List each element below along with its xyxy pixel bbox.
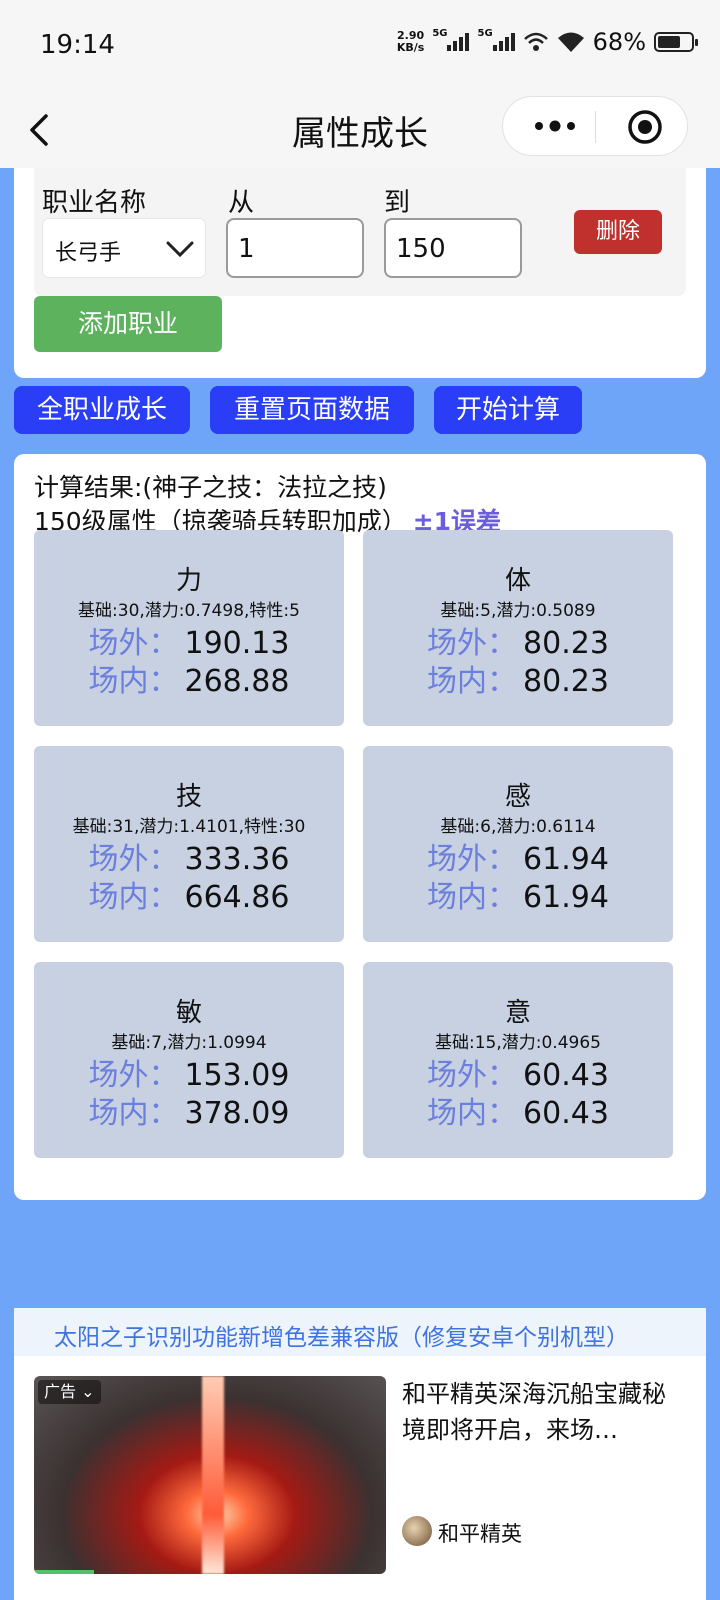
job-name-label: 职业名称 — [42, 188, 147, 218]
job-select-value: 长弓手 — [55, 241, 122, 266]
stat-inside: 场内： 664.86 — [88, 880, 290, 915]
add-job-button[interactable]: 添加职业 — [34, 296, 222, 352]
more-icon[interactable] — [533, 119, 577, 133]
to-label: 到 — [384, 188, 411, 218]
job-row: 职业名称 从 到 长弓手 1 150 删除 — [34, 168, 686, 296]
all-jobs-growth-button[interactable]: 全职业成长 — [14, 386, 190, 434]
results-card: 计算结果:(神子之技：法拉之技) 150级属性（掠袭骑兵转职加成） ±1误差 力 … — [14, 454, 706, 1200]
stat-card-constitution: 体 基础:5,潜力:0.5089 场外： 80.23 场内： 80.23 — [363, 530, 673, 726]
status-time: 19:14 — [40, 30, 115, 60]
mini-program-capsule — [502, 96, 688, 156]
job-form-card: 职业名称 从 到 长弓手 1 150 删除 添加职业 — [14, 168, 706, 378]
wifi-icon — [557, 32, 584, 52]
to-level-input[interactable]: 150 — [384, 218, 522, 278]
network-speed: 2.90 KB/s — [396, 29, 425, 54]
stat-name: 技 — [175, 782, 202, 812]
delete-button[interactable]: 删除 — [574, 210, 662, 254]
ad-image-beam — [202, 1376, 224, 1574]
reset-page-data-button[interactable]: 重置页面数据 — [210, 386, 414, 434]
ad-title[interactable]: 和平精英深海沉船宝藏秘境即将开启，来场… — [402, 1376, 684, 1448]
battery-icon — [654, 32, 698, 52]
from-label: 从 — [228, 188, 255, 218]
stat-name: 意 — [504, 998, 531, 1028]
battery-percent: 68% — [592, 28, 646, 56]
stat-card-agility: 敏 基础:7,潜力:1.0994 场外： 153.09 场内： 378.09 — [34, 962, 344, 1158]
stat-inside: 场内： 61.94 — [427, 880, 609, 915]
from-level-input[interactable]: 1 — [226, 218, 364, 278]
capsule-divider — [595, 111, 596, 143]
results-title: 计算结果:(神子之技：法拉之技) — [34, 473, 387, 502]
signal-icon-sim1: 5G — [432, 28, 470, 51]
nav-bar: 属性成长 — [0, 92, 720, 168]
hotspot-icon — [523, 32, 548, 51]
ad-source-avatar — [402, 1516, 432, 1546]
stat-name: 力 — [175, 566, 202, 596]
stat-name: 敏 — [175, 998, 202, 1028]
notice-bar[interactable]: 太阳之子识别功能新增色差兼容版（修复安卓个别机型） — [14, 1308, 706, 1356]
stat-inside: 场内： 80.23 — [427, 664, 609, 699]
stat-card-skill: 技 基础:31,潜力:1.4101,特性:30 场外： 333.36 场内： 664… — [34, 746, 344, 942]
close-target-icon[interactable] — [627, 109, 663, 145]
stat-card-will: 意 基础:15,潜力:0.4965 场外： 60.43 场内： 60.43 — [363, 962, 673, 1158]
status-icons: 2.90 KB/s 5G 5G 68% — [396, 28, 698, 56]
stat-card-strength: 力 基础:30,潜力:0.7498,特性:5 场外： 190.13 场内： 268.… — [34, 530, 344, 726]
stat-card-perception: 感 基础:6,潜力:0.6114 场外： 61.94 场内： 61.94 — [363, 746, 673, 942]
signal-icon-sim2: 5G — [477, 28, 515, 51]
notice-text: 太阳之子识别功能新增色差兼容版（修复安卓个别机型） — [54, 1325, 629, 1351]
status-bar: 19:14 2.90 KB/s 5G 5G 68% — [0, 0, 720, 92]
start-calculation-button[interactable]: 开始计算 — [434, 386, 582, 434]
ad-image[interactable]: 广告 ⌄ — [34, 1376, 386, 1574]
ad-progress-bar — [34, 1570, 94, 1574]
stat-inside: 场内： 378.09 — [88, 1096, 290, 1131]
ad-source-name: 和平精英 — [438, 1522, 522, 1546]
stat-inside: 场内： 60.43 — [427, 1096, 609, 1131]
ad-badge[interactable]: 广告 ⌄ — [38, 1380, 101, 1404]
stat-name: 体 — [504, 566, 531, 596]
stat-name: 感 — [504, 782, 531, 812]
stat-inside: 场内： 268.88 — [88, 664, 290, 699]
ad-card[interactable]: 广告 ⌄ 和平精英深海沉船宝藏秘境即将开启，来场… 和平精英 — [14, 1356, 706, 1600]
chevron-down-icon — [166, 241, 194, 258]
job-select[interactable]: 长弓手 — [42, 218, 206, 278]
